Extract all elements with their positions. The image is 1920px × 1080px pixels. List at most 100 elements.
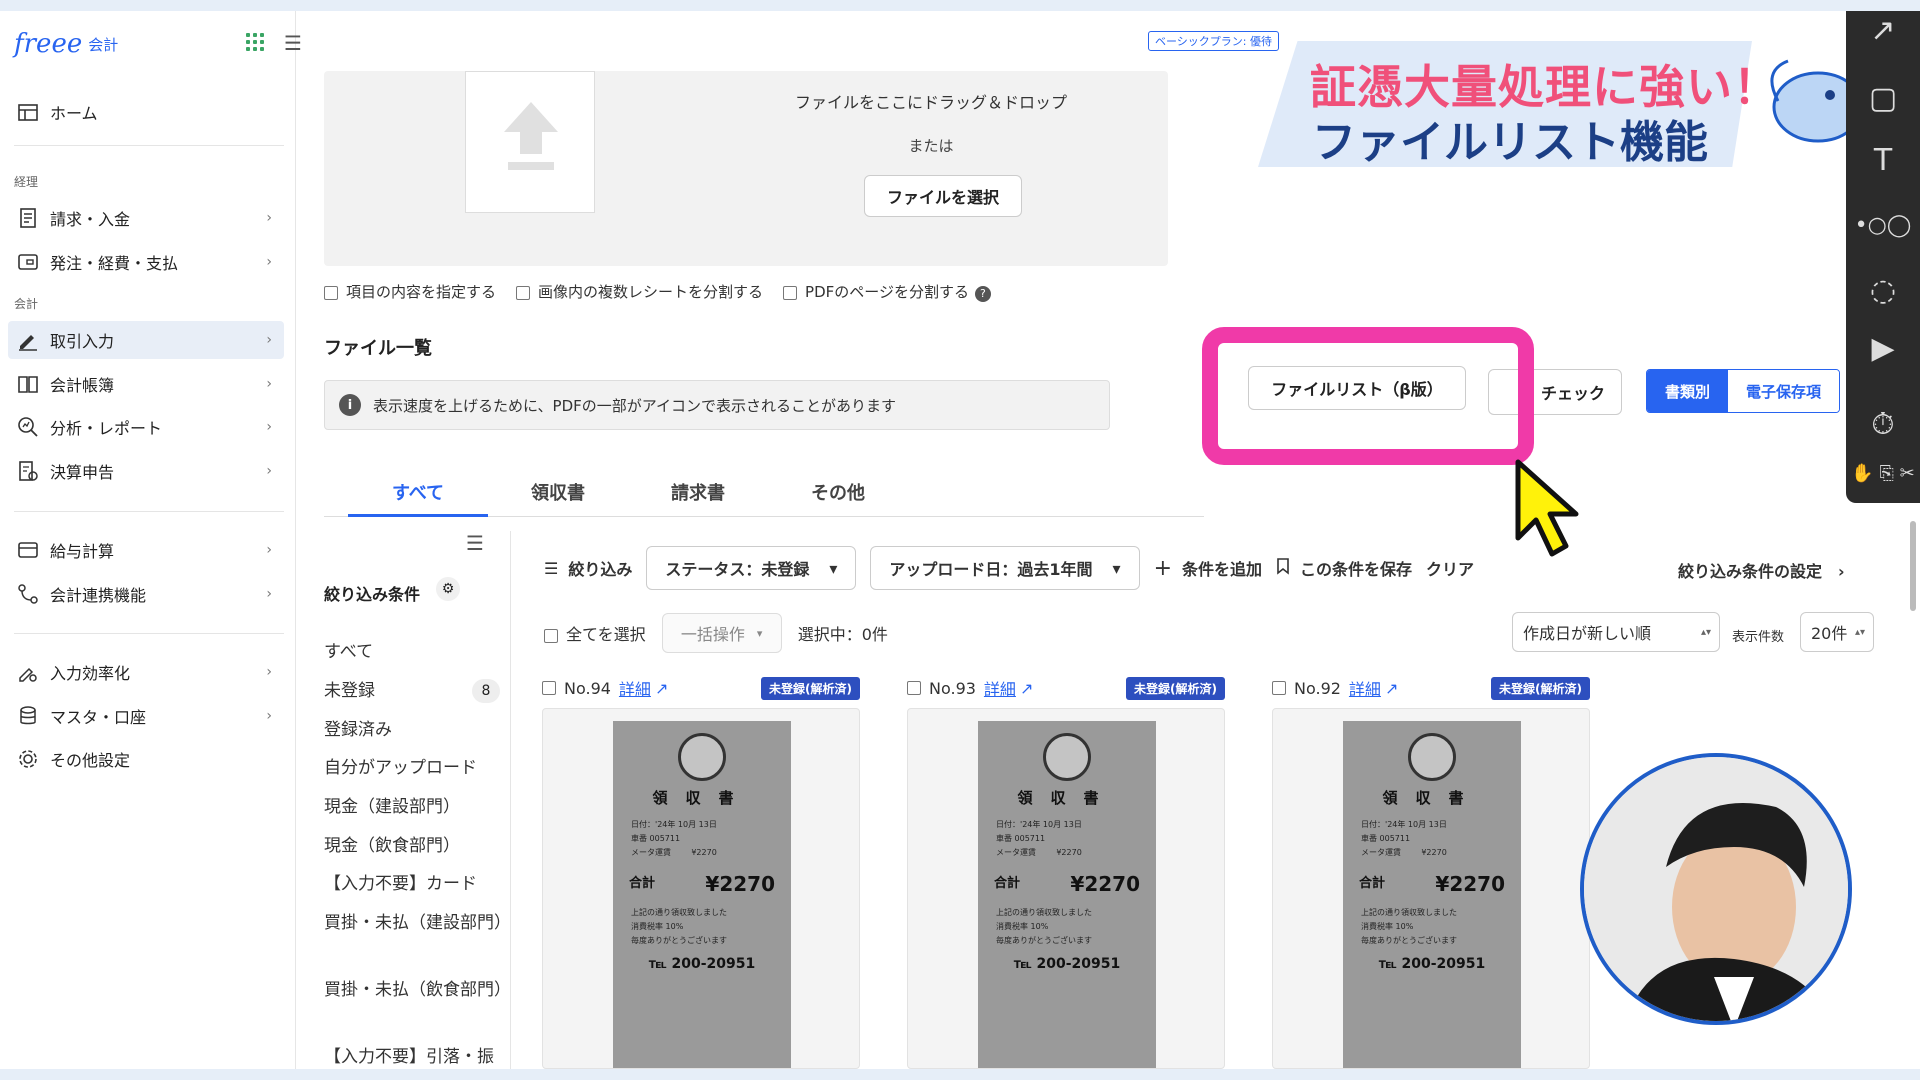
report-icon: [16, 459, 40, 483]
filter-item[interactable]: 【入力不要】カード: [324, 871, 504, 898]
receipt-card[interactable]: 領収書 日付：'24年 10月 13日 車番 005711 メータ運賃 ¥227…: [542, 708, 860, 1069]
sidebar-item-transaction[interactable]: 取引入力 ›: [8, 321, 284, 359]
chevron-right-icon: ›: [266, 463, 272, 479]
external-link-icon[interactable]: ↗: [655, 679, 668, 698]
select-all[interactable]: 全てを選択: [544, 621, 646, 645]
save-condition-button[interactable]: この条件を保存: [1276, 556, 1412, 580]
sidebar-item-invoice[interactable]: 請求・入金 ›: [8, 199, 284, 237]
checkbox[interactable]: [1272, 681, 1286, 695]
scrollbar-thumb[interactable]: [1910, 521, 1916, 611]
sidebar-item-purchase[interactable]: 発注・経費・支払 ›: [8, 243, 284, 281]
receipt-card[interactable]: 領収書 日付：'24年 10月 13日 車番 005711 メータ運賃 ¥227…: [907, 708, 1225, 1069]
filter-toggle[interactable]: ☰ 絞り込み: [544, 556, 632, 580]
gear-icon[interactable]: ⚙: [436, 577, 460, 601]
status-filter-dropdown[interactable]: ステータス：未登録 ▾: [646, 546, 857, 590]
link-icon: [16, 582, 40, 606]
text-tool-icon[interactable]: T: [1846, 143, 1920, 178]
tab-invoices[interactable]: 請求書: [628, 471, 768, 517]
help-icon[interactable]: ?: [974, 285, 991, 302]
drop-instructions: ファイルをここにドラッグ＆ドロップ: [794, 93, 1067, 112]
receipt-title: 領収書: [1017, 789, 1117, 807]
checkbox[interactable]: [907, 681, 921, 695]
app-logo[interactable]: freee 会計: [14, 29, 118, 59]
view-by-document[interactable]: 書類別: [1647, 370, 1729, 412]
rectangle-tool-icon[interactable]: ▢: [1846, 81, 1920, 116]
color-wheel-icon[interactable]: ◌: [1846, 273, 1920, 308]
detail-link[interactable]: 詳細: [984, 676, 1016, 700]
sidebar-item-efficiency[interactable]: 入力効率化 ›: [8, 653, 284, 691]
total-value: ¥2270: [1070, 872, 1140, 896]
filter-panel-collapse-icon[interactable]: ☰: [466, 531, 484, 555]
detail-link[interactable]: 詳細: [1349, 676, 1381, 700]
filter-item[interactable]: 買掛・未払（飲食部門）: [324, 977, 511, 1004]
checkbox[interactable]: [542, 681, 556, 695]
sidebar-item-home[interactable]: ホーム: [8, 93, 284, 131]
filter-item[interactable]: 登録済み: [324, 717, 504, 744]
play-icon[interactable]: ▶: [1846, 331, 1920, 366]
receipt-tel: ℡ 200-20951: [1378, 956, 1486, 972]
bulk-action-dropdown[interactable]: 一括操作 ▾: [661, 613, 782, 653]
seal-icon: [1408, 733, 1456, 781]
home-icon: [16, 100, 40, 124]
clear-button[interactable]: クリア: [1426, 556, 1474, 580]
document-icon: [16, 206, 40, 230]
checkbox[interactable]: [324, 285, 338, 300]
select-file-button[interactable]: ファイルを選択: [864, 175, 1022, 217]
receipt-card[interactable]: 領収書 日付：'24年 10月 13日 車番 005711 メータ運賃 ¥227…: [1272, 708, 1590, 1069]
per-page-select[interactable]: 20件 ▴▾: [1800, 612, 1874, 652]
option-split-pdf[interactable]: PDFのページを分割する?: [783, 281, 991, 302]
external-link-icon[interactable]: ↗: [1385, 679, 1398, 698]
caret-down-icon: ▾: [756, 626, 763, 640]
sidebar-item-analysis[interactable]: 分析・レポート ›: [8, 408, 284, 446]
filter-item[interactable]: 現金（飲食部門）: [324, 833, 504, 860]
sidebar-item-master[interactable]: マスタ・口座 ›: [8, 697, 284, 735]
checkbox[interactable]: [783, 285, 798, 300]
info-notice: i 表示速度を上げるために、PDFの一部がアイコンで表示されることがあります: [324, 380, 1110, 430]
receipt-date: 日付：'24年 10月 13日: [1361, 820, 1447, 829]
file-list-beta-button[interactable]: ファイルリスト（β版）: [1248, 366, 1466, 410]
total-label: 合計: [629, 876, 656, 891]
filter-settings-link[interactable]: 絞り込み条件の設定 ›: [1678, 558, 1845, 582]
sidebar-item-payroll[interactable]: 給与計算 ›: [8, 531, 284, 569]
info-icon: i: [339, 394, 361, 416]
tab-all[interactable]: すべて: [348, 471, 488, 517]
option-split-receipts[interactable]: 画像内の複数レシートを分割する: [516, 281, 763, 302]
upload-date-dropdown[interactable]: アップロード日：過去1年間 ▾: [870, 546, 1140, 590]
sort-select[interactable]: 作成日が新しい順 ▴▾: [1512, 612, 1720, 652]
banner-subheadline: ファイルリスト機能: [1312, 117, 1708, 168]
filter-item[interactable]: すべて: [324, 639, 504, 666]
filter-item[interactable]: 自分がアップロード: [324, 755, 504, 782]
plan-badge[interactable]: ベーシックプラン: 優待: [1148, 31, 1279, 51]
tab-other[interactable]: その他: [768, 471, 908, 517]
filter-item[interactable]: 現金（建設部門）: [324, 794, 504, 821]
sidebar-item-other-settings[interactable]: その他設定: [8, 740, 284, 778]
sidebar-item-label: 発注・経費・支払: [50, 254, 179, 273]
sidebar-item-settlement[interactable]: 決算申告 ›: [8, 452, 284, 490]
per-page-value: 20件: [1811, 624, 1848, 643]
file-drop-zone[interactable]: ファイルをここにドラッグ＆ドロップ または ファイルを選択: [324, 71, 1168, 266]
apps-grid-icon[interactable]: [246, 33, 264, 51]
filter-item[interactable]: 買掛・未払（建設部門）: [324, 910, 511, 937]
timer-icon[interactable]: ⏱: [1846, 407, 1920, 442]
external-link-icon[interactable]: ↗: [1020, 679, 1033, 698]
receipt-note: 上記の通り領収致しました: [1361, 908, 1457, 917]
scrollbar[interactable]: [1908, 511, 1918, 1031]
hand-tool-icon[interactable]: ✋ ⎘ ✂: [1846, 463, 1920, 484]
detail-link[interactable]: 詳細: [619, 676, 651, 700]
sidebar-item-integration[interactable]: 会計連携機能 ›: [8, 575, 284, 613]
card-header: No.94 詳細 ↗ 未登録(解析済): [542, 676, 860, 700]
pen-icon: [16, 328, 40, 352]
dots-tool-icon[interactable]: •○◯: [1846, 213, 1920, 238]
view-electronic-storage[interactable]: 電子保存項: [1728, 370, 1840, 412]
arrow-tool-icon[interactable]: ↗: [1846, 13, 1920, 48]
receipt-tax: 消費税率 10%: [996, 922, 1049, 931]
add-condition-button[interactable]: + 条件を追加: [1154, 556, 1262, 581]
option-specify-items[interactable]: 項目の内容を指定する: [324, 281, 496, 302]
option-label: 項目の内容を指定する: [346, 283, 497, 301]
checkbox[interactable]: [516, 285, 531, 300]
checkbox[interactable]: [544, 628, 558, 643]
count-badge: 8: [472, 679, 500, 703]
sidebar-item-ledger[interactable]: 会計帳簿 ›: [8, 365, 284, 403]
tab-receipts[interactable]: 領収書: [488, 471, 628, 517]
filter-item[interactable]: 【入力不要】引落・振替: [324, 1044, 504, 1069]
